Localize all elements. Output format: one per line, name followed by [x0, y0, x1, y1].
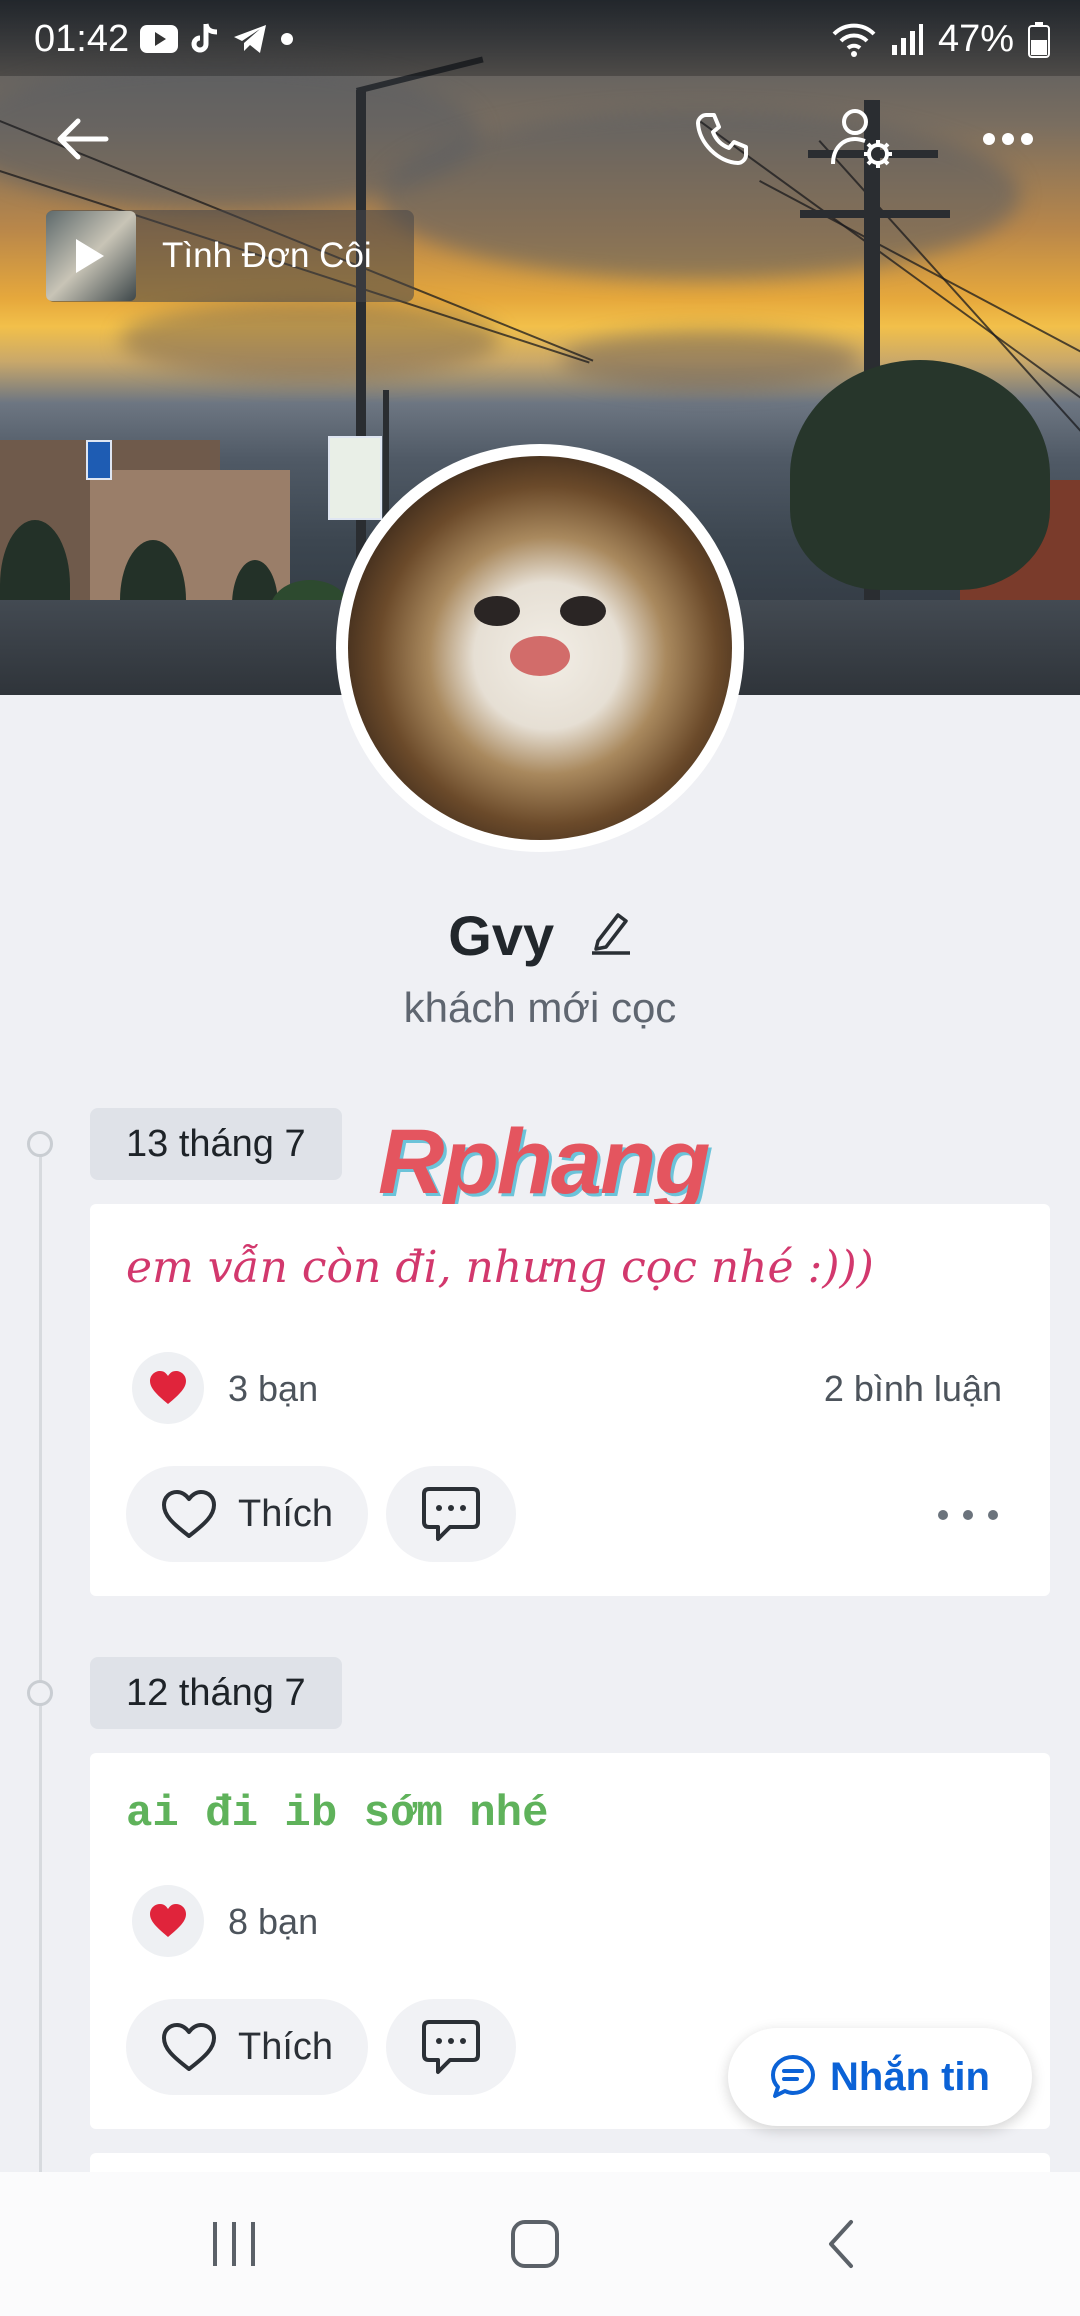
- heart-icon: [150, 1904, 186, 1937]
- system-back-button[interactable]: [800, 2214, 880, 2274]
- status-bar: 01:42 47%: [0, 0, 1080, 76]
- edit-name-button[interactable]: [590, 903, 632, 968]
- wifi-icon: [832, 23, 876, 57]
- top-bar: [0, 95, 1080, 185]
- like-button[interactable]: Thích: [126, 1999, 368, 2095]
- heart-icon: [150, 1371, 186, 1404]
- profile-status: khách mới cọc: [403, 984, 677, 1031]
- call-button[interactable]: [682, 99, 762, 179]
- heart-outline-icon: [162, 1490, 216, 1538]
- post-date-chip: 12 tháng 7: [90, 1657, 342, 1729]
- profile-name-row: Gvy: [0, 898, 1080, 968]
- status-right: 47%: [832, 18, 1050, 61]
- avatar[interactable]: [348, 456, 732, 840]
- comment-button[interactable]: [386, 1999, 516, 2095]
- signal-icon: [891, 23, 923, 55]
- more-options-button[interactable]: [968, 99, 1048, 179]
- chat-bubble-icon: [771, 2055, 815, 2098]
- profile-music[interactable]: Tình Đơn Côi: [46, 210, 414, 302]
- like-button[interactable]: Thích: [126, 1466, 368, 1562]
- recent-apps-icon: [213, 2222, 255, 2266]
- message-button[interactable]: Nhắn tin: [728, 2028, 1032, 2126]
- like-label: Thích: [238, 1492, 334, 1535]
- post-date-chip: 13 tháng 7: [90, 1108, 342, 1180]
- telegram-icon: [234, 25, 266, 53]
- dot-icon: [281, 33, 293, 45]
- watermark-logo: Rphang: [378, 1111, 710, 1213]
- battery-percent: 47%: [937, 18, 1014, 60]
- notification-icons: [140, 22, 294, 56]
- more-horizontal-icon: [983, 133, 1033, 145]
- play-icon: [76, 239, 104, 273]
- recent-apps-button[interactable]: [194, 2214, 274, 2274]
- system-nav-bar: [0, 2172, 1080, 2316]
- home-button[interactable]: [495, 2214, 575, 2274]
- message-label: Nhắn tin: [830, 2054, 990, 2099]
- pencil-icon: [591, 912, 630, 955]
- avatar-eye-left: [474, 596, 520, 626]
- like-label: Thích: [238, 2025, 334, 2068]
- profile-name: Gvy: [448, 903, 555, 967]
- post-card[interactable]: em vẫn còn đi, nhưng cọc nhé :))) 3 bạn …: [90, 1204, 1050, 1596]
- tiktok-icon: [191, 23, 218, 53]
- back-button[interactable]: [42, 99, 122, 179]
- comment-icon: [422, 2020, 480, 2074]
- reaction-heart[interactable]: [132, 1885, 204, 1957]
- music-title: Tình Đơn Côi: [162, 236, 372, 275]
- user-gear-icon: [831, 109, 892, 168]
- heart-outline-icon: [162, 2023, 216, 2071]
- music-thumbnail: [46, 211, 136, 301]
- reaction-count[interactable]: 8 bạn: [228, 1901, 318, 1943]
- timeline-dot: [27, 1131, 53, 1157]
- home-icon: [511, 2220, 559, 2268]
- profile-settings-button[interactable]: [822, 99, 902, 179]
- comment-count[interactable]: 2 bình luận: [824, 1368, 1002, 1410]
- arrow-left-icon: [57, 118, 109, 160]
- timeline-line: [39, 1145, 42, 2175]
- post-text: em vẫn còn đi, nhưng cọc nhé :))): [126, 1242, 874, 1293]
- reaction-count[interactable]: 3 bạn: [228, 1368, 318, 1410]
- avatar-mouth: [510, 636, 570, 676]
- comment-icon: [422, 1487, 480, 1541]
- timeline-dot: [27, 1680, 53, 1706]
- post-text: ai đi ib sớm nhé: [126, 1789, 549, 1839]
- avatar-eye-right: [560, 596, 606, 626]
- phone-icon: [696, 113, 748, 165]
- youtube-icon: [140, 25, 178, 53]
- comment-button[interactable]: [386, 1466, 516, 1562]
- chevron-left-icon: [829, 2220, 853, 2268]
- battery-icon: [1028, 21, 1050, 58]
- status-time: 01:42: [34, 18, 130, 60]
- reaction-heart[interactable]: [132, 1352, 204, 1424]
- post-more-button[interactable]: [938, 1500, 998, 1530]
